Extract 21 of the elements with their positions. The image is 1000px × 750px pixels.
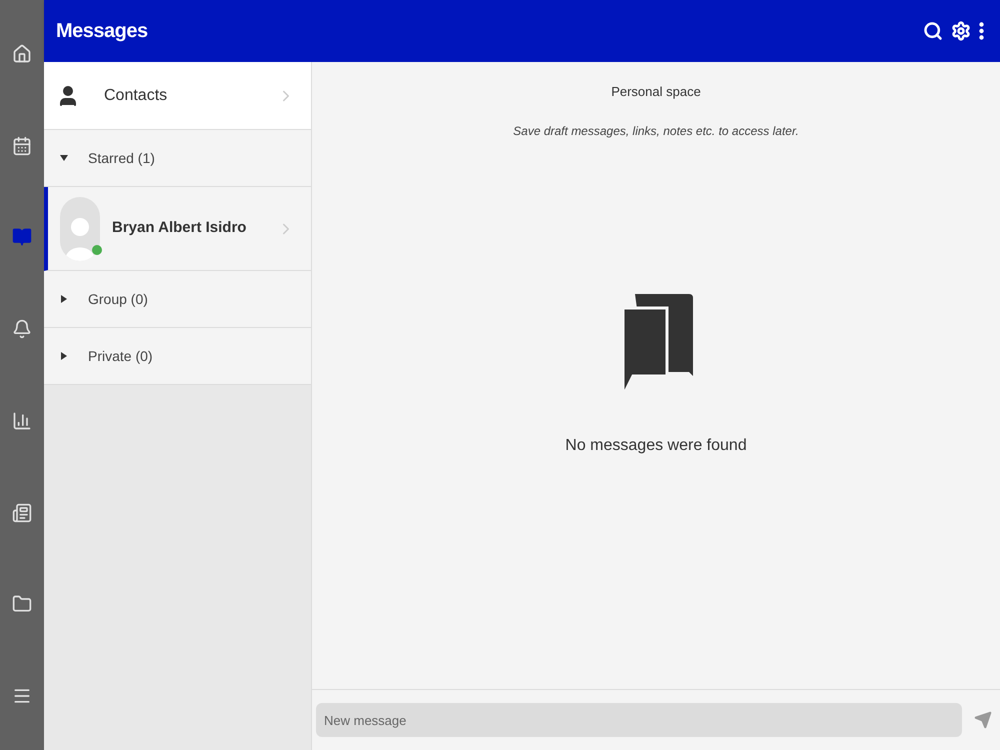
- folder-icon: [12, 594, 32, 614]
- send-icon: [974, 711, 992, 729]
- contacts-link[interactable]: Contacts: [44, 62, 311, 130]
- header-title: Messages: [56, 19, 148, 44]
- caret-down-icon: [60, 154, 70, 162]
- bar-chart-icon: [12, 410, 32, 431]
- bell-icon: [12, 319, 32, 340]
- empty-state-text: No messages were found: [565, 436, 747, 456]
- book-icon: [12, 227, 32, 248]
- newspaper-icon: [12, 502, 32, 523]
- more-icon: [979, 22, 984, 40]
- chat-title: Personal space: [611, 83, 701, 101]
- group-header[interactable]: Starred (1): [44, 130, 311, 187]
- calendar-icon: [12, 136, 32, 156]
- chat-subtitle: Save draft messages, links, notes etc. to access later.: [513, 122, 799, 140]
- search-icon: [923, 21, 943, 41]
- avatar: [60, 196, 100, 260]
- home-icon: [12, 44, 32, 64]
- message-input[interactable]: New message: [316, 703, 962, 737]
- settings-icon: [951, 21, 971, 41]
- group-header[interactable]: Private (0): [44, 328, 311, 385]
